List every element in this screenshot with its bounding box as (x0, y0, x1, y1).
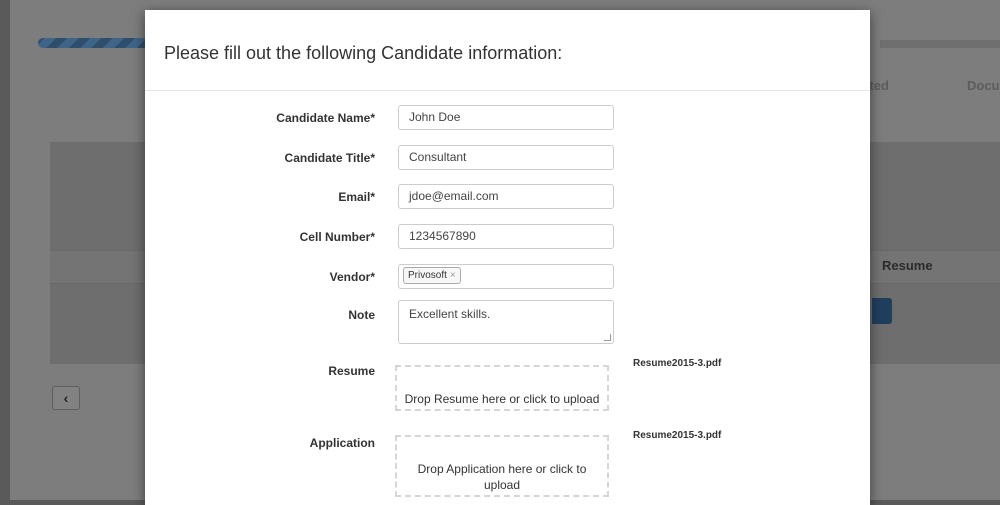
cell-number-label: Cell Number* (299, 230, 375, 244)
candidate-name-label: Candidate Name* (276, 111, 375, 125)
resume-file-name[interactable]: Resume2015-3.pdf (633, 358, 721, 369)
application-dropzone-text: Drop Application here or click to upload (417, 462, 587, 492)
candidate-name-input[interactable]: John Doe (398, 105, 614, 130)
vendor-label: Vendor* (329, 270, 375, 284)
application-dropzone[interactable]: Drop Application here or click to upload (395, 435, 609, 497)
application-file-name[interactable]: Resume2015-3.pdf (633, 430, 721, 441)
vendor-select[interactable]: Privosoft × (398, 264, 614, 289)
resume-dropzone[interactable]: Drop Resume here or click to upload (395, 365, 609, 411)
candidate-title-input[interactable]: Consultant (398, 145, 614, 170)
note-text: Excellent skills. (409, 307, 491, 321)
modal-header: Please fill out the following Candidate … (145, 10, 870, 91)
modal-title: Please fill out the following Candidate … (164, 43, 563, 63)
vendor-tag: Privosoft × (403, 267, 461, 284)
table-header-resume: Resume (882, 258, 933, 273)
resume-dropzone-text: Drop Resume here or click to upload (404, 392, 600, 406)
application-label: Application (309, 436, 375, 450)
background-action-button[interactable] (872, 298, 892, 324)
resize-handle-icon[interactable] (604, 334, 611, 341)
step-label-documents: Docu (967, 78, 1000, 93)
previous-page-button[interactable]: ‹ (52, 386, 80, 410)
note-label: Note (348, 308, 375, 322)
remove-tag-icon[interactable]: × (450, 270, 456, 281)
chevron-left-icon: ‹ (63, 390, 69, 406)
progress-bar (38, 38, 148, 48)
progress-track (880, 40, 1000, 48)
vendor-tag-label: Privosoft (408, 270, 447, 281)
candidate-modal: Please fill out the following Candidate … (145, 10, 870, 505)
email-label: Email* (338, 190, 375, 204)
resume-label: Resume (328, 364, 375, 378)
note-textarea[interactable]: Excellent skills. (398, 300, 614, 344)
email-input[interactable]: jdoe@email.com (398, 184, 614, 209)
cell-number-input[interactable]: 1234567890 (398, 224, 614, 249)
candidate-title-label: Candidate Title* (284, 151, 375, 165)
